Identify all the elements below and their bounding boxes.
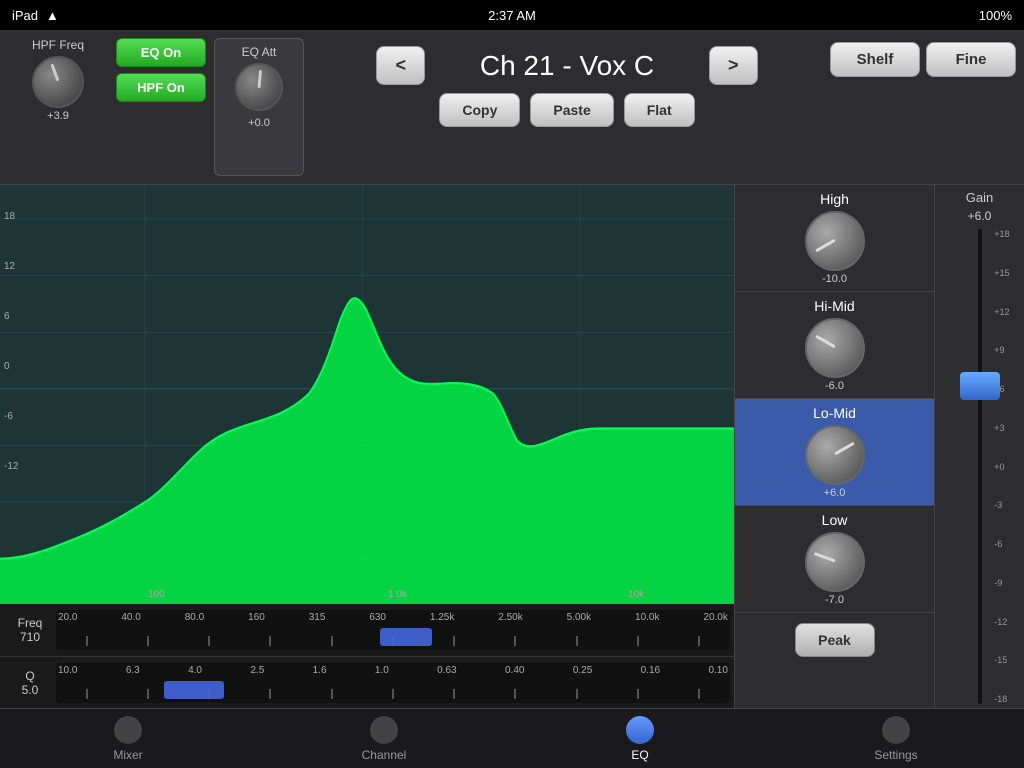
low-band-label: Low [822,512,848,528]
eq-grid-svg [0,185,734,604]
grid-y-n6: -6 [4,411,13,422]
shelf-button[interactable]: Shelf [830,42,920,77]
peak-button[interactable]: Peak [795,623,875,657]
nav-channel-label: Channel [362,748,407,762]
right-panel: High -10.0 Hi-Mid -6.0 Lo-Mid [734,185,934,708]
gain-fader-container: +18 +15 +12 +9 +6 +3 +0 -3 -6 -9 -12 -15… [950,229,1010,704]
bottom-nav: Mixer Channel EQ Settings [0,708,1024,768]
low-band-value: -7.0 [825,594,844,606]
q-label: Q [25,669,34,683]
top-controls: HPF Freq +3.9 EQ On HPF On EQ Att +0.0 [0,30,1024,185]
channel-title: Ch 21 - Vox C [437,50,697,82]
shelf-fine-row: Shelf Fine [830,42,1016,77]
grid-y-n12: -12 [4,461,18,472]
high-band-value: -10.0 [822,273,847,285]
right-controls: Shelf Fine [830,38,1016,176]
gain-fader-area: Gain +6.0 +18 +15 +12 +9 +6 +3 +0 -3 -6 … [934,185,1024,708]
low-band-section: Low -7.0 [735,506,934,613]
grid-x-1k: 1.0k [388,589,407,600]
mixer-icon [114,716,142,744]
nav-settings-label: Settings [874,748,917,762]
device-label: iPad [12,8,38,23]
gain-header: Gain +6.0 [966,189,993,225]
nav-eq[interactable]: EQ [590,716,690,762]
eq-att-section: EQ Att +0.0 [214,38,304,176]
flat-button[interactable]: Flat [624,93,695,127]
grid-y-0: 0 [4,361,10,372]
freq-label: Freq [18,616,43,630]
grid-y-18: 18 [4,211,15,222]
battery-indicator: 100% [979,8,1012,23]
q-handle[interactable] [164,681,224,699]
hpf-on-button[interactable]: HPF On [116,73,206,102]
freq-label-col: Freq 710 [4,616,56,644]
freq-slider-area: Freq 710 20.0 40.0 80.0 160 315 630 1.25… [0,604,734,656]
eq-graph-area: 18 12 6 0 -6 -12 100 1.0k 10k Freq 710 [0,185,734,708]
high-band-section: High -10.0 [735,185,934,292]
freq-labels-row: 20.0 40.0 80.0 160 315 630 1.25k 2.50k 5… [56,612,730,623]
eq-on-button[interactable]: EQ On [116,38,206,67]
lo-mid-band-knob[interactable] [805,425,865,485]
gain-value: +6.0 [968,209,992,223]
q-labels-row: 10.0 6.3 4.0 2.5 1.6 1.0 0.63 0.40 0.25 … [56,665,730,676]
grid-y-6: 6 [4,311,10,322]
gain-fader-handle[interactable] [960,372,1000,400]
gain-label: Gain [966,190,993,205]
gain-fader-track [978,229,982,704]
eq-canvas[interactable]: 18 12 6 0 -6 -12 100 1.0k 10k [0,185,734,604]
high-band-knob[interactable] [805,211,865,271]
nav-channel[interactable]: Channel [334,716,434,762]
channel-icon [370,716,398,744]
q-slider-track[interactable]: 10.0 6.3 4.0 2.5 1.6 1.0 0.63 0.40 0.25 … [56,663,730,703]
eq-section: 18 12 6 0 -6 -12 100 1.0k 10k Freq 710 [0,185,1024,708]
nav-prev-button[interactable]: < [376,46,425,85]
freq-handle[interactable] [380,628,432,646]
hpf-freq-knob-container: +3.9 [32,56,84,122]
eq-att-knob[interactable] [235,63,283,111]
gain-fader-labels: +18 +15 +12 +9 +6 +3 +0 -3 -6 -9 -12 -15… [994,229,1009,704]
action-row: Copy Paste Flat [439,93,694,127]
peak-button-container: Peak [735,613,934,667]
high-band-label: High [820,191,849,207]
freq-slider-track[interactable]: 20.0 40.0 80.0 160 315 630 1.25k 2.50k 5… [56,610,730,650]
hpf-freq-section: HPF Freq +3.9 [8,38,108,176]
q-label-col: Q 5.0 [4,669,56,697]
nav-mixer[interactable]: Mixer [78,716,178,762]
nav-settings[interactable]: Settings [846,716,946,762]
eq-icon [626,716,654,744]
grid-x-10k: 10k [628,589,644,600]
nav-mixer-label: Mixer [113,748,142,762]
fine-button[interactable]: Fine [926,42,1016,77]
settings-icon [882,716,910,744]
lo-mid-band-section: Lo-Mid +6.0 [735,399,934,506]
hpf-freq-label: HPF Freq [32,38,84,52]
hi-mid-band-value: -6.0 [825,380,844,392]
paste-button[interactable]: Paste [530,93,613,127]
hpf-freq-value: +3.9 [47,110,69,122]
q-value: 5.0 [22,683,39,697]
nav-eq-label: EQ [631,748,648,762]
low-band-knob[interactable] [805,532,865,592]
grid-x-100: 100 [148,589,165,600]
center-header: < Ch 21 - Vox C > Copy Paste Flat [312,38,822,176]
copy-button[interactable]: Copy [439,93,520,127]
hpf-freq-knob[interactable] [32,56,84,108]
q-slider-area: Q 5.0 10.0 6.3 4.0 2.5 1.6 1.0 0.63 0.40… [0,656,734,708]
hpf-buttons-group: EQ On HPF On [116,38,206,176]
eq-att-label: EQ Att [242,45,277,59]
nav-row: < Ch 21 - Vox C > [376,46,757,85]
hi-mid-band-section: Hi-Mid -6.0 [735,292,934,399]
grid-y-12: 12 [4,261,15,272]
freq-value: 710 [20,630,40,644]
status-bar: iPad ▲ 2:37 AM 100% [0,0,1024,30]
lo-mid-band-label: Lo-Mid [813,405,856,421]
eq-att-value: +0.0 [248,117,270,129]
hi-mid-band-knob[interactable] [805,318,865,378]
wifi-icon: ▲ [46,8,59,23]
time-display: 2:37 AM [488,8,536,23]
main-container: HPF Freq +3.9 EQ On HPF On EQ Att +0.0 [0,30,1024,768]
lo-mid-band-value: +6.0 [824,487,846,499]
hi-mid-band-label: Hi-Mid [814,298,854,314]
nav-next-button[interactable]: > [709,46,758,85]
